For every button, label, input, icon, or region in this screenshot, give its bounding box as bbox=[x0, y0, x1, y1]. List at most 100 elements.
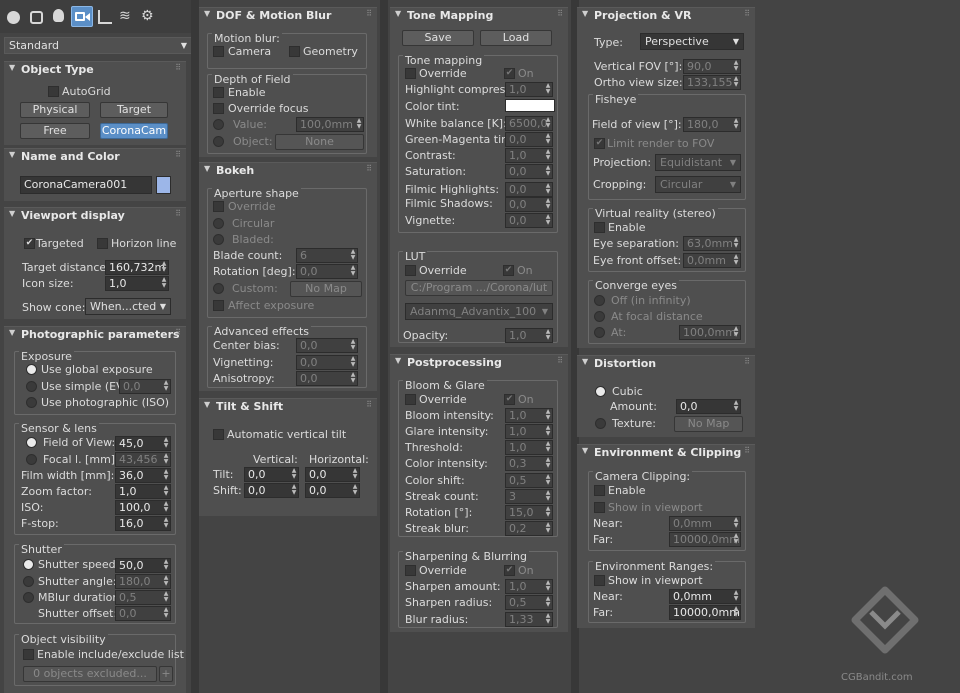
drag-grip-icon[interactable]: ⠿ bbox=[744, 446, 750, 455]
spinner-arrows-icon[interactable]: ▲ ▼ bbox=[545, 425, 551, 437]
blade-count-spinner[interactable]: 6 ▲ ▼ bbox=[296, 248, 358, 263]
shutter-angle-radio[interactable] bbox=[23, 576, 34, 587]
spinner-arrows-icon[interactable]: ▲ ▼ bbox=[545, 117, 551, 129]
sharpen-amount-spinner[interactable]: 1,0 ▲ ▼ bbox=[505, 579, 553, 594]
spinner-arrows-icon[interactable]: ▲ ▼ bbox=[161, 261, 167, 273]
aperture-override-checkbox[interactable] bbox=[213, 201, 224, 212]
load-button[interactable]: Load bbox=[480, 30, 552, 46]
object-color-swatch[interactable] bbox=[156, 176, 171, 194]
glare-intensity-spinner[interactable]: 1,0 ▲ ▼ bbox=[505, 424, 553, 439]
drag-grip-icon[interactable]: ⠿ bbox=[744, 9, 750, 18]
projection-vr-header[interactable]: ▼ Projection & VR ⠿ bbox=[577, 8, 755, 26]
texture-radio[interactable] bbox=[595, 418, 606, 429]
simple-ev-spinner[interactable]: 0,0 ▲ ▼ bbox=[119, 379, 171, 394]
autogrid-checkbox[interactable] bbox=[48, 86, 59, 97]
focus-value-radio[interactable] bbox=[213, 119, 224, 130]
filmic-shadows-spinner[interactable]: 0,0 ▲ ▼ bbox=[505, 197, 553, 212]
spinner-arrows-icon[interactable]: ▲ ▼ bbox=[545, 613, 551, 625]
shutter-speed-spinner[interactable]: 50,0 ▲ ▼ bbox=[115, 558, 171, 573]
drag-grip-icon[interactable]: ⠿ bbox=[175, 209, 181, 218]
converge-at-radio[interactable] bbox=[594, 327, 605, 338]
object-name-input[interactable]: CoronaCamera001 bbox=[20, 176, 152, 194]
drag-grip-icon[interactable]: ⠿ bbox=[175, 63, 181, 72]
spinner-arrows-icon[interactable]: ▲ ▼ bbox=[163, 517, 169, 529]
field-of-view-radio[interactable] bbox=[26, 437, 37, 448]
spinner-arrows-icon[interactable]: ▲ ▼ bbox=[545, 198, 551, 210]
spinner-arrows-icon[interactable]: ▲ ▼ bbox=[733, 533, 739, 545]
anisotropy-spinner[interactable]: 0,0 ▲ ▼ bbox=[296, 371, 358, 386]
ranges-near-spinner[interactable]: 0,0mm ▲ ▼ bbox=[669, 589, 741, 604]
save-button[interactable]: Save bbox=[402, 30, 474, 46]
target-distance-spinner[interactable]: 160,732m ▲ ▼ bbox=[105, 260, 169, 275]
fisheye-projection-dropdown[interactable]: Equidistant ▼ bbox=[655, 154, 741, 171]
show-cone-dropdown[interactable]: When...cted ▼ bbox=[85, 298, 171, 315]
free-button[interactable]: Free bbox=[20, 123, 90, 139]
spinner-arrows-icon[interactable]: ▲ ▼ bbox=[545, 329, 551, 341]
environment-clipping-header[interactable]: ▼ Environment & Clipping ⠿ bbox=[577, 445, 755, 463]
spinner-arrows-icon[interactable]: ▲ ▼ bbox=[733, 118, 739, 130]
custom-radio[interactable] bbox=[213, 283, 224, 294]
green-magenta-spinner[interactable]: 0,0 ▲ ▼ bbox=[505, 132, 553, 147]
converge-off-radio[interactable] bbox=[594, 295, 605, 306]
sharp-on-checkbox[interactable]: ✔ bbox=[504, 565, 515, 576]
spinner-arrows-icon[interactable]: ▲ ▼ bbox=[545, 506, 551, 518]
spinner-arrows-icon[interactable]: ▲ ▼ bbox=[163, 501, 169, 513]
spinner-arrows-icon[interactable]: ▲ ▼ bbox=[163, 485, 169, 497]
lut-opacity-spinner[interactable]: 1,0 ▲ ▼ bbox=[505, 328, 553, 343]
override-focus-checkbox[interactable] bbox=[213, 103, 224, 114]
f-stop-spinner[interactable]: 16,0 ▲ ▼ bbox=[115, 516, 171, 531]
spinner-arrows-icon[interactable]: ▲ ▼ bbox=[163, 453, 169, 465]
clipping-far-spinner[interactable]: 10000,0mm ▲ ▼ bbox=[669, 532, 741, 547]
object-type-header[interactable]: ▼ Object Type ⠿ bbox=[4, 62, 186, 80]
color-intensity-spinner[interactable]: 0,3 ▲ ▼ bbox=[505, 456, 553, 471]
spinner-arrows-icon[interactable]: ▲ ▼ bbox=[733, 237, 739, 249]
vr-enable-checkbox[interactable] bbox=[594, 222, 605, 233]
tilt-vertical-spinner[interactable]: 0,0 ▲ ▼ bbox=[244, 467, 299, 482]
ortho-size-spinner[interactable]: 133,155 ▲ ▼ bbox=[683, 75, 741, 90]
vignetting-spinner[interactable]: 0,0 ▲ ▼ bbox=[296, 355, 358, 370]
vignette-spinner[interactable]: 0,0 ▲ ▼ bbox=[505, 213, 553, 228]
circular-radio[interactable] bbox=[213, 218, 224, 229]
spinner-arrows-icon[interactable]: ▲ ▼ bbox=[545, 183, 551, 195]
shutter-speed-radio[interactable] bbox=[23, 559, 34, 570]
spinner-arrows-icon[interactable]: ▲ ▼ bbox=[733, 590, 739, 602]
spinner-arrows-icon[interactable]: ▲ ▼ bbox=[733, 254, 739, 266]
spinner-arrows-icon[interactable]: ▲ ▼ bbox=[733, 76, 739, 88]
fisheye-fov-spinner[interactable]: 180,0 ▲ ▼ bbox=[683, 117, 741, 132]
saturation-spinner[interactable]: 0,0 ▲ ▼ bbox=[505, 164, 553, 179]
dof-enable-checkbox[interactable] bbox=[213, 87, 224, 98]
spinner-arrows-icon[interactable]: ▲ ▼ bbox=[350, 372, 356, 384]
projection-type-dropdown[interactable]: Perspective ▼ bbox=[640, 33, 744, 50]
field-of-view-spinner[interactable]: 45,0 ▲ ▼ bbox=[115, 436, 171, 451]
include-exclude-checkbox[interactable] bbox=[23, 649, 34, 660]
helpers-icon[interactable] bbox=[98, 10, 112, 24]
focal-length-radio[interactable] bbox=[26, 454, 37, 465]
camera-checkbox[interactable] bbox=[213, 46, 224, 57]
viewport-display-header[interactable]: ▼ Viewport display ⠿ bbox=[4, 208, 186, 226]
ranges-far-spinner[interactable]: 10000,0mm ▲ ▼ bbox=[669, 605, 741, 620]
spinner-arrows-icon[interactable]: ▲ ▼ bbox=[356, 118, 362, 130]
clipping-show-checkbox[interactable] bbox=[594, 502, 605, 513]
spinner-arrows-icon[interactable]: ▲ ▼ bbox=[545, 214, 551, 226]
photographic-parameters-header[interactable]: ▼ Photographic parameters ⠿ bbox=[4, 327, 186, 345]
streak-rotation-spinner[interactable]: 15,0 ▲ ▼ bbox=[505, 505, 553, 520]
spinner-arrows-icon[interactable]: ▲ ▼ bbox=[545, 474, 551, 486]
highlight-compress-spinner[interactable]: 1,0 ▲ ▼ bbox=[505, 82, 553, 97]
bladed-radio[interactable] bbox=[213, 234, 224, 245]
drag-grip-icon[interactable]: ⠿ bbox=[175, 328, 181, 337]
spinner-arrows-icon[interactable]: ▲ ▼ bbox=[352, 468, 358, 480]
focus-value-spinner[interactable]: 100,0mm ▲ ▼ bbox=[296, 117, 364, 132]
systems-icon[interactable]: ⚙ bbox=[141, 8, 154, 24]
spinner-arrows-icon[interactable]: ▲ ▼ bbox=[291, 484, 297, 496]
converge-at-spinner[interactable]: 100,0mm ▲ ▼ bbox=[679, 325, 741, 340]
spinner-arrows-icon[interactable]: ▲ ▼ bbox=[733, 326, 739, 338]
spinner-arrows-icon[interactable]: ▲ ▼ bbox=[163, 437, 169, 449]
coronacam-button[interactable]: CoronaCam bbox=[100, 123, 168, 139]
geometry-checkbox[interactable] bbox=[289, 46, 300, 57]
bloom-override-checkbox[interactable] bbox=[405, 394, 416, 405]
streak-count-spinner[interactable]: 3 ▲ ▼ bbox=[505, 489, 553, 504]
iso-spinner[interactable]: 100,0 ▲ ▼ bbox=[115, 500, 171, 515]
postprocessing-header[interactable]: ▼ Postprocessing ⠿ bbox=[390, 355, 568, 373]
center-bias-spinner[interactable]: 0,0 ▲ ▼ bbox=[296, 338, 358, 353]
lights-icon[interactable] bbox=[53, 9, 64, 22]
